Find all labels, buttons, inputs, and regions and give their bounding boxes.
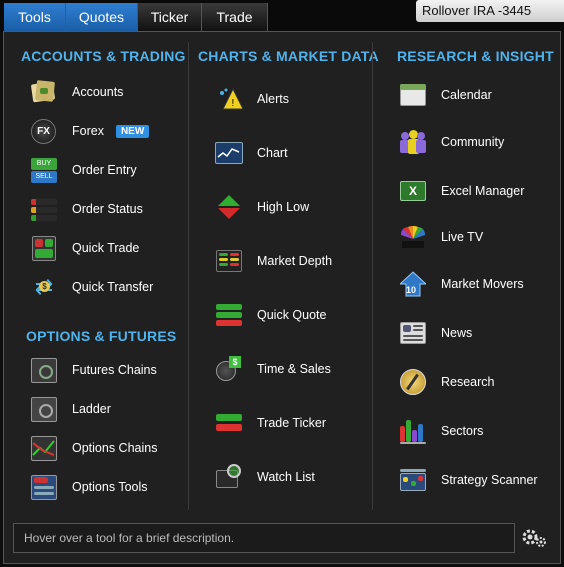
ladder-icon: [30, 396, 58, 422]
section-title-research-insight: RESEARCH & INSIGHT: [397, 48, 554, 64]
tab-tools[interactable]: Tools: [4, 3, 66, 31]
futures-chains-icon: [30, 357, 58, 383]
high-low-icon: [215, 194, 243, 220]
svg-text:!: !: [232, 98, 235, 109]
market-movers-icon: 10: [399, 271, 427, 297]
menu-item-alerts[interactable]: ! Alerts: [215, 84, 289, 114]
menu-item-label: Quick Transfer: [72, 280, 154, 294]
menu-item-label: Watch List: [257, 470, 315, 484]
menu-item-label: Options Tools: [72, 480, 148, 494]
menu-item-label: Trade Ticker: [257, 416, 327, 430]
menu-item-label: Strategy Scanner: [441, 473, 538, 487]
buy-sell-icon: BUY SELL: [30, 157, 58, 183]
menu-item-label: Chart: [257, 146, 288, 160]
menu-item-accounts[interactable]: Accounts: [30, 77, 123, 107]
strategy-scanner-icon: [399, 467, 427, 493]
section-title-charts-market-data: CHARTS & MARKET DATA: [198, 48, 379, 64]
live-tv-icon: [399, 224, 427, 250]
menu-item-label: Futures Chains: [72, 363, 157, 377]
menu-item-label: Order Entry: [72, 163, 137, 177]
menu-item-label: Market Depth: [257, 254, 333, 268]
accounts-icon: [30, 79, 58, 105]
section-title-accounts-trading: ACCOUNTS & TRADING: [21, 48, 186, 64]
menu-item-label: Forex: [72, 124, 104, 138]
watch-list-icon: [215, 464, 243, 490]
gear-icon[interactable]: [520, 526, 548, 550]
menu-item-label: Calendar: [441, 88, 492, 102]
menu-item-options-chains[interactable]: Options Chains: [30, 433, 157, 463]
column-charts-market: CHARTS & MARKET DATA ! Alerts Chart High…: [188, 42, 379, 510]
menu-item-futures-chains[interactable]: Futures Chains: [30, 355, 157, 385]
top-toolbar: Tools Quotes Ticker Trade Rollover IRA -…: [0, 0, 564, 32]
market-depth-icon: [215, 248, 243, 274]
tab-ticker[interactable]: Ticker: [138, 3, 202, 31]
menu-item-label: Research: [441, 375, 495, 389]
menu-item-order-status[interactable]: Order Status: [30, 194, 143, 224]
menu-item-high-low[interactable]: High Low: [215, 192, 309, 222]
menu-item-label: Market Movers: [441, 277, 524, 291]
account-selector[interactable]: Rollover IRA -3445: [416, 0, 564, 22]
menu-item-calendar[interactable]: Calendar: [399, 80, 492, 110]
menu-item-market-movers[interactable]: 10 Market Movers: [399, 269, 524, 299]
tab-trade[interactable]: Trade: [202, 3, 268, 31]
menu-item-community[interactable]: Community: [399, 127, 504, 157]
news-icon: [399, 320, 427, 346]
menu-item-label: Options Chains: [72, 441, 158, 455]
menu-item-label: Excel Manager: [441, 184, 525, 198]
menu-item-quick-transfer[interactable]: ⇄ $ Quick Transfer: [30, 272, 154, 302]
quick-trade-icon: [30, 235, 58, 261]
menu-item-forex[interactable]: FX Forex NEW: [30, 116, 150, 146]
calendar-icon: [399, 82, 427, 108]
new-badge: NEW: [115, 124, 150, 138]
menu-item-label: Live TV: [441, 230, 484, 244]
menu-item-label: Ladder: [72, 402, 111, 416]
trade-ticker-icon: [215, 410, 243, 436]
options-tools-icon: [30, 474, 58, 500]
excel-icon: X: [399, 178, 427, 204]
menu-item-ladder[interactable]: Ladder: [30, 394, 111, 424]
chart-icon: [215, 140, 243, 166]
research-icon: [399, 369, 427, 395]
quick-quote-icon: [215, 302, 243, 328]
menu-item-chart[interactable]: Chart: [215, 138, 288, 168]
menu-item-news[interactable]: News: [399, 318, 472, 348]
community-icon: [399, 129, 427, 155]
menu-item-sectors[interactable]: Sectors: [399, 416, 483, 446]
menu-item-trade-ticker[interactable]: Trade Ticker: [215, 408, 326, 438]
menu-item-label: Alerts: [257, 92, 289, 106]
order-status-icon: [30, 196, 58, 222]
transfer-icon: ⇄ $: [30, 274, 58, 300]
menu-item-label: High Low: [257, 200, 310, 214]
menu-item-label: Community: [441, 135, 505, 149]
menu-item-excel-manager[interactable]: X Excel Manager: [399, 176, 524, 206]
menu-item-label: Quick Quote: [257, 308, 327, 322]
menu-item-label: Sectors: [441, 424, 484, 438]
menu-item-watch-list[interactable]: Watch List: [215, 462, 315, 492]
alerts-icon: !: [215, 86, 243, 112]
menu-item-order-entry[interactable]: BUY SELL Order Entry: [30, 155, 137, 185]
menu-item-label: News: [441, 326, 473, 340]
sectors-icon: [399, 418, 427, 444]
menu-item-market-depth[interactable]: Market Depth: [215, 246, 332, 276]
menu-item-label: Order Status: [72, 202, 143, 216]
menu-item-label: Quick Trade: [72, 241, 140, 255]
tool-description-box: Hover over a tool for a brief descriptio…: [13, 523, 515, 553]
menu-item-label: Time & Sales: [257, 362, 331, 376]
svg-text:10: 10: [406, 285, 416, 295]
menu-item-options-tools[interactable]: Options Tools: [30, 472, 148, 502]
menu-item-quick-trade[interactable]: Quick Trade: [30, 233, 139, 263]
column-research: RESEARCH & INSIGHT Calendar Community X: [372, 42, 560, 510]
section-title-options-futures: OPTIONS & FUTURES: [26, 328, 177, 344]
time-sales-icon: $: [215, 356, 243, 382]
menu-item-time-sales[interactable]: $ Time & Sales: [215, 354, 331, 384]
menu-item-live-tv[interactable]: Live TV: [399, 222, 483, 252]
fx-icon: FX: [30, 118, 58, 144]
options-chains-icon: [30, 435, 58, 461]
tools-menu-panel: ACCOUNTS & TRADING Accounts FX Forex NEW…: [3, 31, 561, 564]
menu-item-label: Accounts: [72, 85, 124, 99]
menu-item-quick-quote[interactable]: Quick Quote: [215, 300, 326, 330]
tab-quotes[interactable]: Quotes: [66, 3, 138, 31]
menu-item-strategy-scanner[interactable]: Strategy Scanner: [399, 465, 538, 495]
menu-item-research[interactable]: Research: [399, 367, 495, 397]
